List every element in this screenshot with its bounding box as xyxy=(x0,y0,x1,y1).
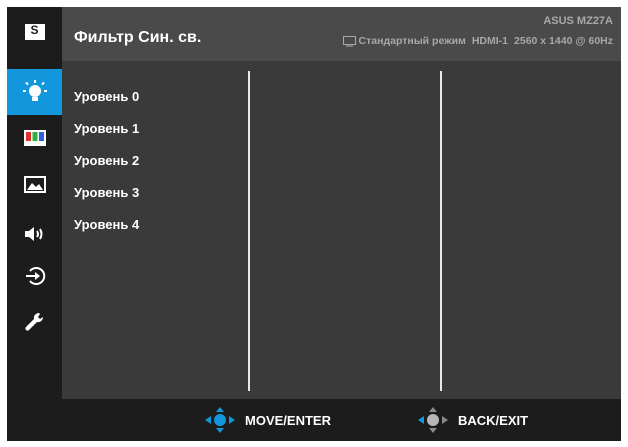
option-level-2[interactable]: Уровень 2 xyxy=(74,145,139,177)
sidebar-item-image[interactable] xyxy=(7,161,62,207)
resolution-label: 2560 x 1440 @ 60Hz xyxy=(514,35,613,47)
back-exit-hint: BACK/EXIT xyxy=(416,399,528,441)
system-setup-icon xyxy=(24,312,43,331)
splendid-icon: S xyxy=(24,23,45,40)
splendid-icon-label: S xyxy=(30,23,39,37)
back-exit-label: BACK/EXIT xyxy=(458,412,529,428)
option-level-1[interactable]: Уровень 1 xyxy=(74,113,139,145)
column-divider-1 xyxy=(248,71,250,391)
input-label: HDMI-1 xyxy=(471,35,509,47)
sidebar-item-color[interactable] xyxy=(7,115,62,161)
sidebar-item-splendid[interactable]: S xyxy=(7,9,62,55)
option-level-4[interactable]: Уровень 4 xyxy=(74,209,139,241)
osd-menu: S Фильтр Син. св. ASUS MZ27A Стандартный… xyxy=(7,7,621,441)
status-bar: Стандартный режим HDMI-1 2560 x 1440 @ 6… xyxy=(342,35,613,47)
header: Фильтр Син. св. ASUS MZ27A Стандартный р… xyxy=(62,7,621,61)
color-icon xyxy=(23,130,46,146)
sidebar-item-blue-light-filter[interactable] xyxy=(7,69,62,115)
option-level-0[interactable]: Уровень 0 xyxy=(74,81,139,113)
footer: MOVE/ENTER BACK/EXIT xyxy=(7,399,621,441)
sidebar: S xyxy=(7,7,62,399)
main-panel: Фильтр Син. св. ASUS MZ27A Стандартный р… xyxy=(62,7,621,399)
joystick-move-icon xyxy=(205,407,235,433)
input-select-icon xyxy=(25,267,45,285)
move-enter-hint: MOVE/ENTER xyxy=(203,399,331,441)
option-level-3[interactable]: Уровень 3 xyxy=(74,177,139,209)
column-divider-2 xyxy=(440,71,442,391)
monitor-icon xyxy=(342,35,356,46)
sidebar-item-sound[interactable] xyxy=(7,211,62,257)
content-area: Уровень 0 Уровень 1 Уровень 2 Уровень 3 … xyxy=(62,61,621,399)
move-enter-label: MOVE/ENTER xyxy=(245,412,331,428)
mode-status: Стандартный режим xyxy=(342,35,466,47)
page-title: Фильтр Син. св. xyxy=(74,29,202,46)
sidebar-item-input-select[interactable] xyxy=(7,253,62,299)
monitor-model: ASUS MZ27A xyxy=(543,15,613,27)
blue-light-filter-icon xyxy=(22,80,47,101)
option-list: Уровень 0 Уровень 1 Уровень 2 Уровень 3 … xyxy=(74,81,139,241)
image-icon xyxy=(23,175,46,193)
mode-label: Стандартный режим xyxy=(358,35,466,47)
joystick-back-icon xyxy=(418,407,448,433)
sidebar-item-system-setup[interactable] xyxy=(7,299,62,345)
sound-icon xyxy=(24,227,42,241)
